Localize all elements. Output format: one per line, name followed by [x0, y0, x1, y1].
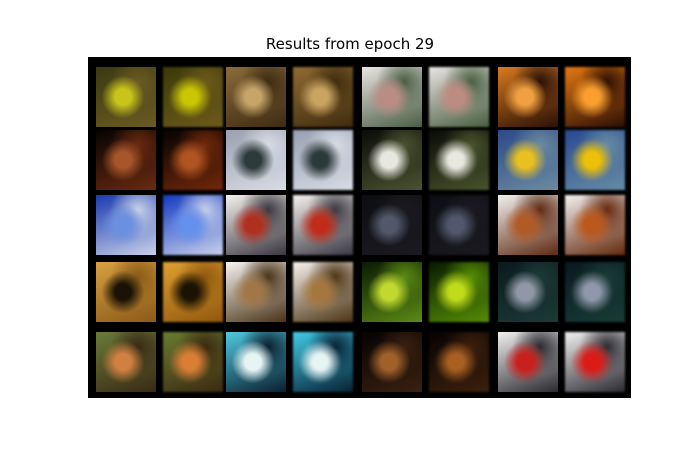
- figure: Results from epoch 29: [0, 0, 700, 450]
- original-image-tile: [96, 262, 156, 322]
- original-image-tile: [226, 195, 286, 255]
- original-image-tile: [96, 130, 156, 190]
- reconstructed-image-tile: [429, 332, 489, 392]
- reconstructed-image-tile: [163, 262, 223, 322]
- reconstructed-image-tile: [565, 195, 625, 255]
- reconstructed-image-tile: [293, 332, 353, 392]
- original-image-tile: [226, 262, 286, 322]
- original-image-tile: [362, 262, 422, 322]
- reconstructed-image-tile: [293, 130, 353, 190]
- reconstructed-image-tile: [293, 195, 353, 255]
- reconstructed-image-tile: [565, 130, 625, 190]
- reconstructed-image-tile: [429, 67, 489, 127]
- original-image-tile: [362, 67, 422, 127]
- reconstructed-image-tile: [293, 67, 353, 127]
- reconstructed-image-tile: [429, 195, 489, 255]
- reconstructed-image-tile: [163, 67, 223, 127]
- original-image-tile: [498, 332, 558, 392]
- reconstructed-image-tile: [565, 67, 625, 127]
- original-image-tile: [362, 195, 422, 255]
- reconstructed-image-tile: [429, 262, 489, 322]
- reconstructed-image-tile: [293, 262, 353, 322]
- original-image-tile: [226, 130, 286, 190]
- original-image-tile: [498, 195, 558, 255]
- figure-title: Results from epoch 29: [265, 35, 435, 53]
- original-image-tile: [498, 262, 558, 322]
- original-image-tile: [362, 130, 422, 190]
- original-image-tile: [96, 195, 156, 255]
- reconstructed-image-tile: [565, 262, 625, 322]
- reconstructed-image-tile: [163, 130, 223, 190]
- image-grid: [88, 57, 631, 398]
- original-image-tile: [226, 332, 286, 392]
- original-image-tile: [96, 332, 156, 392]
- original-image-tile: [362, 332, 422, 392]
- original-image-tile: [226, 67, 286, 127]
- reconstructed-image-tile: [163, 195, 223, 255]
- original-image-tile: [498, 130, 558, 190]
- original-image-tile: [96, 67, 156, 127]
- reconstructed-image-tile: [429, 130, 489, 190]
- reconstructed-image-tile: [565, 332, 625, 392]
- reconstructed-image-tile: [163, 332, 223, 392]
- original-image-tile: [498, 67, 558, 127]
